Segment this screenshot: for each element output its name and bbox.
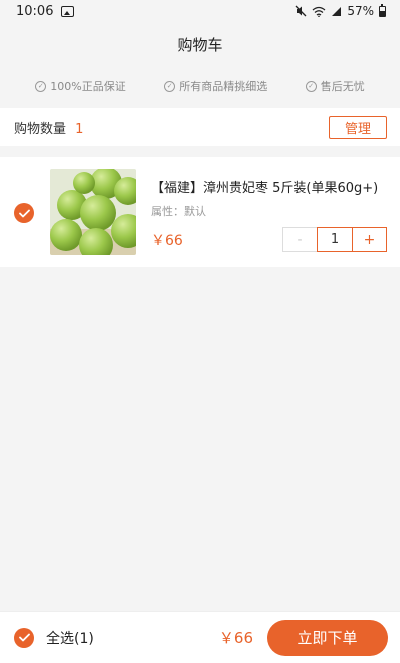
status-time: 10:06 [16, 3, 54, 19]
green-fruit-image [50, 169, 136, 255]
wifi-icon [312, 6, 326, 17]
cart-count-bar: 购物数量 1 管理 [0, 108, 400, 146]
guarantee-item: ✓ 售后无忧 [305, 78, 365, 94]
guarantee-bar: ✓ 100%正品保证 ✓ 所有商品精挑细选 ✓ 售后无忧 [0, 72, 400, 100]
select-all-label: 全选(1) [46, 630, 94, 647]
page-header: 购物车 [0, 22, 400, 66]
manage-button[interactable]: 管理 [329, 115, 387, 139]
check-circle-icon: ✓ [164, 80, 176, 92]
cart-count-label: 购物数量 [14, 121, 67, 137]
page-title: 购物车 [177, 35, 223, 54]
select-all-checkbox[interactable] [14, 627, 34, 648]
check-icon [18, 633, 30, 642]
battery-icon [379, 3, 386, 17]
check-icon [18, 209, 30, 217]
product-price: ￥66 [151, 233, 183, 249]
mute-icon [295, 5, 307, 17]
select-all-toggle[interactable]: 全选(1) [14, 627, 94, 648]
image-notification-icon [61, 5, 75, 17]
signal-icon [332, 6, 342, 16]
guarantee-item: ✓ 100%正品保证 [35, 78, 126, 94]
product-attribute: 属性：默认 [151, 205, 206, 218]
checkout-bar: 全选(1) ￥66 立即下单 [0, 611, 400, 663]
increase-quantity-button[interactable]: + [352, 227, 387, 252]
total-price: ￥66 [218, 629, 253, 647]
check-circle-icon: ✓ [305, 80, 317, 92]
item-checkbox[interactable] [14, 203, 34, 223]
cart-screen: 10:06 57% 购物车 ✓ 100%正品保证 ✓ 所有商品精挑细选 ✓ 售后… [0, 0, 400, 663]
place-order-button[interactable]: 立即下单 [267, 619, 388, 656]
product-image[interactable] [50, 169, 136, 255]
battery-percent: 57% [347, 4, 374, 18]
cart-count-value: 1 [75, 121, 84, 137]
decrease-quantity-button[interactable]: - [282, 227, 317, 252]
check-circle-icon: ✓ [35, 80, 47, 92]
quantity-stepper: - 1 + [282, 227, 387, 252]
cart-item: 【福建】漳州贵妃枣 5斤装(单果60g+) 属性：默认 ￥66 - 1 + [0, 157, 400, 267]
product-title[interactable]: 【福建】漳州贵妃枣 5斤装(单果60g+) [151, 177, 378, 196]
guarantee-item: ✓ 所有商品精挑细选 [164, 78, 267, 94]
status-bar: 10:06 57% [0, 0, 400, 22]
quantity-value[interactable]: 1 [317, 227, 352, 252]
